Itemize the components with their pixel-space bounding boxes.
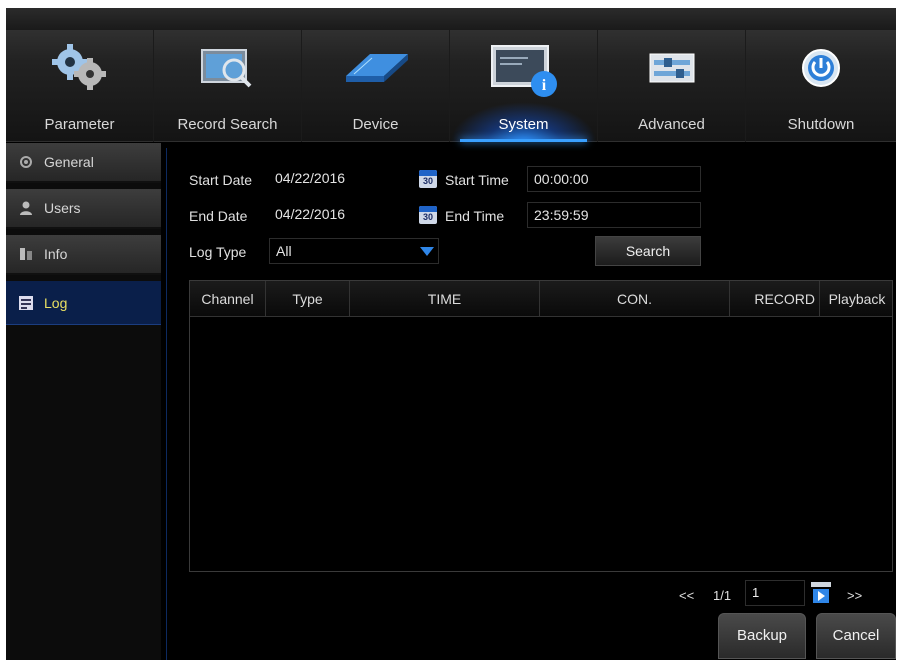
- sidebar-item-users[interactable]: Users: [6, 189, 161, 229]
- tab-label: Advanced: [638, 116, 705, 133]
- user-icon: [18, 200, 34, 216]
- sidebar-item-general[interactable]: General: [6, 143, 161, 183]
- cancel-button[interactable]: Cancel: [816, 613, 896, 659]
- chevron-down-icon[interactable]: [417, 241, 437, 261]
- column-header-playback: Playback: [828, 291, 886, 307]
- tab-label: Shutdown: [787, 116, 855, 133]
- sidebar-item-info[interactable]: Info: [6, 235, 161, 275]
- page-number-input[interactable]: 1: [745, 580, 805, 606]
- column-header-con: CON.: [540, 281, 730, 317]
- log-icon: [18, 295, 34, 311]
- tab-advanced[interactable]: Advanced: [598, 30, 746, 142]
- start-date-label: Start Date: [189, 172, 253, 188]
- tab-device[interactable]: Device: [302, 30, 450, 142]
- sidebar-item-label: Log: [44, 294, 68, 311]
- sidebar: General Users Info Log: [6, 143, 161, 660]
- end-date-field[interactable]: 04/22/2016: [269, 202, 419, 228]
- search-button[interactable]: Search: [595, 236, 701, 266]
- top-navigation: Parameter Record Search Device i System …: [6, 8, 896, 142]
- log-table: Channel Type TIME CON. RECORD Playback: [189, 280, 893, 572]
- go-page-button[interactable]: [809, 580, 833, 606]
- tab-record-search[interactable]: Record Search: [154, 30, 302, 142]
- page-info: 1/1: [713, 588, 732, 603]
- power-icon: [789, 38, 853, 103]
- end-time-field[interactable]: 23:59:59: [527, 202, 701, 228]
- column-header-channel: Channel: [190, 281, 266, 317]
- tab-label: Record Search: [177, 116, 278, 133]
- start-time-label: Start Time: [445, 172, 509, 188]
- tab-parameter[interactable]: Parameter: [6, 30, 154, 142]
- tab-label: System: [498, 116, 549, 133]
- column-header-record: RECORD: [730, 281, 820, 317]
- system-info-icon: i: [488, 38, 560, 107]
- column-header-time: TIME: [350, 281, 540, 317]
- sidebar-item-label: Info: [44, 246, 68, 262]
- gears-icon: [48, 38, 112, 103]
- gear-icon: [18, 154, 34, 170]
- table-header: Channel Type TIME CON. RECORD Playback: [190, 281, 892, 317]
- hard-drive-icon: [340, 38, 412, 103]
- sidebar-item-label: General: [44, 154, 94, 170]
- next-page-button[interactable]: >>: [847, 588, 862, 603]
- info-icon: [18, 246, 34, 262]
- prev-page-button[interactable]: <<: [679, 588, 694, 603]
- column-header-type: Type: [266, 281, 350, 317]
- end-date-label: End Date: [189, 208, 248, 224]
- sidebar-item-label: Users: [44, 200, 81, 216]
- sliders-icon: [640, 38, 704, 103]
- log-panel: Start Date 04/22/2016 30 Start Time 00:0…: [166, 148, 896, 660]
- tab-shutdown[interactable]: Shutdown: [746, 30, 896, 142]
- tab-label: Parameter: [44, 116, 115, 133]
- end-date-calendar-icon[interactable]: 30: [419, 206, 437, 224]
- log-type-select[interactable]: All: [269, 238, 439, 264]
- start-date-calendar-icon[interactable]: 30: [419, 170, 437, 188]
- log-type-label: Log Type: [189, 244, 247, 260]
- film-search-icon: [196, 38, 260, 103]
- start-date-field[interactable]: 04/22/2016: [269, 166, 419, 192]
- sidebar-item-log[interactable]: Log: [6, 281, 161, 325]
- svg-text:i: i: [541, 77, 546, 94]
- tab-label: Device: [352, 116, 399, 133]
- backup-button[interactable]: Backup: [718, 613, 806, 659]
- app-window: Parameter Record Search Device i System …: [6, 8, 896, 660]
- tab-system[interactable]: i System: [450, 30, 598, 142]
- end-time-label: End Time: [445, 208, 505, 224]
- start-time-field[interactable]: 00:00:00: [527, 166, 701, 192]
